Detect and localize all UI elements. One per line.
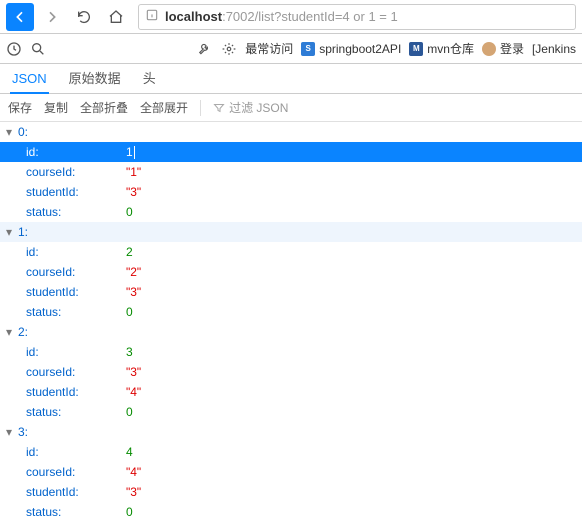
json-property-row[interactable]: courseId:"1" [0,162,582,182]
json-tree: ▾ 0:id:1courseId:"1"studentId:"3"status:… [0,122,582,522]
bookmark-label: mvn仓库 [427,40,474,57]
tab-json[interactable]: JSON [10,65,49,94]
json-property-row[interactable]: studentId:"3" [0,282,582,302]
array-index-row[interactable]: ▾ 1: [0,222,582,242]
gear-icon[interactable] [221,41,237,57]
bookmark-springboot[interactable]: Sspringboot2API [301,42,401,56]
login-label: 登录 [500,40,524,57]
json-property-row[interactable]: courseId:"3" [0,362,582,382]
browser-nav-bar: localhost:7002/list?studentId=4 or 1 = 1 [0,0,582,34]
copy-button[interactable]: 复制 [44,99,68,116]
array-index-row[interactable]: ▾ 3: [0,422,582,442]
browser-toolbar: 最常访问 Sspringboot2API Mmvn仓库 登录 [Jenkins [0,34,582,64]
back-button[interactable] [6,3,34,31]
jenkins-label[interactable]: [Jenkins [532,42,576,56]
json-property-row[interactable]: courseId:"2" [0,262,582,282]
tab-raw[interactable]: 原始数据 [67,62,123,93]
tab-headers[interactable]: 头 [141,62,158,93]
wrench-icon[interactable] [197,41,213,57]
url-port: :7002 [222,9,255,24]
json-property-row[interactable]: id:3 [0,342,582,362]
freq-visit-label[interactable]: 最常访问 [245,40,293,57]
save-button[interactable]: 保存 [8,99,32,116]
json-property-row[interactable]: courseId:"4" [0,462,582,482]
forward-button[interactable] [38,3,66,31]
bookmark-mvn[interactable]: Mmvn仓库 [409,40,474,57]
url-host: localhost [165,9,222,24]
chevron-down-icon[interactable]: ▾ [6,125,18,139]
json-property-row[interactable]: id:4 [0,442,582,462]
json-actions: 保存 复制 全部折叠 全部展开 过滤 JSON [0,94,582,122]
collapse-all-button[interactable]: 全部折叠 [80,99,128,116]
search-icon[interactable] [30,41,46,57]
login-link[interactable]: 登录 [482,40,524,57]
home-button[interactable] [102,3,130,31]
json-property-row[interactable]: status:0 [0,302,582,322]
array-index-row[interactable]: ▾ 0: [0,122,582,142]
page-info-icon [145,8,159,25]
devtools-tabs: JSON 原始数据 头 [0,64,582,94]
filter-icon [213,102,225,114]
avatar-icon [482,42,496,56]
bookmark-label: springboot2API [319,42,401,56]
url-path: /list?studentId=4 or 1 = 1 [255,9,398,24]
filter-input[interactable]: 过滤 JSON [213,99,288,116]
url-bar[interactable]: localhost:7002/list?studentId=4 or 1 = 1 [138,4,576,30]
json-property-row[interactable]: status:0 [0,502,582,522]
chevron-down-icon[interactable]: ▾ [6,225,18,239]
json-property-row[interactable]: studentId:"3" [0,482,582,502]
chevron-down-icon[interactable]: ▾ [6,325,18,339]
separator [200,100,201,116]
json-property-row[interactable]: studentId:"3" [0,182,582,202]
json-property-row[interactable]: id:2 [0,242,582,262]
history-icon[interactable] [6,41,22,57]
expand-all-button[interactable]: 全部展开 [140,99,188,116]
json-property-row[interactable]: status:0 [0,202,582,222]
filter-placeholder: 过滤 JSON [229,99,288,116]
json-property-row[interactable]: id:1 [0,142,582,162]
json-property-row[interactable]: studentId:"4" [0,382,582,402]
chevron-down-icon[interactable]: ▾ [6,425,18,439]
array-index-row[interactable]: ▾ 2: [0,322,582,342]
bookmark-logo-icon: S [301,42,315,56]
reload-button[interactable] [70,3,98,31]
json-property-row[interactable]: status:0 [0,402,582,422]
bookmark-logo-icon: M [409,42,423,56]
